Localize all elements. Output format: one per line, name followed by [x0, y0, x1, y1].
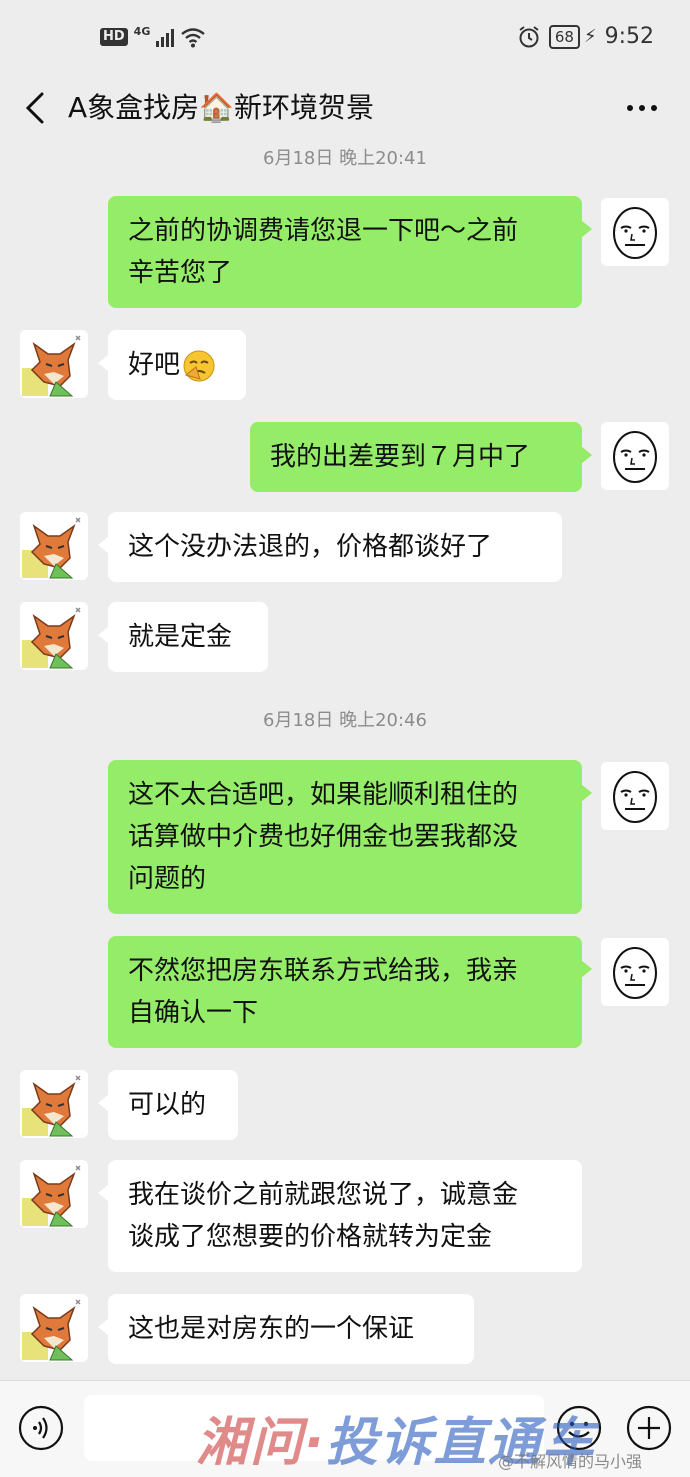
timestamp: 6月18日 晚上20:46: [263, 710, 427, 731]
message-line: 这也是对房东的一个保证: [128, 1314, 415, 1344]
message-line: 之前的协调费请您退一下吧～之前: [128, 216, 519, 246]
message-line: 自确认一下: [128, 998, 259, 1028]
message-bubble[interactable]: 就是定金: [98, 602, 268, 672]
message-bubble[interactable]: 我在谈价之前就跟您说了，诚意金 谈成了您想要的价格就转为定金: [98, 1160, 582, 1272]
message-bubble[interactable]: 之前的协调费请您退一下吧～之前 辛苦您了: [108, 196, 592, 308]
status-bar: HD 4G 68 ⚡ 9:52: [0, 0, 690, 80]
fox-avatar[interactable]: [20, 512, 88, 580]
network-type: 4G: [133, 24, 151, 38]
battery-icon: 68: [548, 24, 580, 49]
message-line: 就是定金: [128, 622, 233, 652]
message-line: 这不太合适吧，如果能顺利租住的: [128, 780, 519, 810]
message-bubble[interactable]: 我的出差要到７月中了: [250, 422, 592, 492]
message-line: 这个没办法退的，价格都谈好了: [128, 532, 493, 562]
message-bubble[interactable]: 这个没办法退的，价格都谈好了: [98, 512, 562, 582]
message-bubble[interactable]: 不然您把房东联系方式给我，我亲 自确认一下: [108, 936, 592, 1048]
weibo-watermark: @不解风情的马小强: [498, 1452, 643, 1471]
fox-avatar[interactable]: [20, 330, 88, 398]
message-line: 问题的: [128, 864, 207, 894]
message-bubble[interactable]: 这不太合适吧，如果能顺利租住的 话算做中介费也好佣金也罢我都没 问题的: [108, 760, 592, 914]
watermark-part1: 湘问·: [196, 1413, 326, 1473]
chevron-left-icon[interactable]: [20, 90, 50, 126]
fox-avatar[interactable]: [20, 602, 88, 670]
plus-icon[interactable]: [626, 1405, 672, 1451]
chat-title: A象盒找房🏠新环境贺景: [68, 91, 375, 124]
facepalm-emoji: [183, 350, 215, 381]
chat-header: A象盒找房🏠新环境贺景: [0, 80, 690, 142]
meme-face-avatar[interactable]: [601, 422, 669, 490]
status-right: 68 ⚡ 9:52: [517, 24, 654, 49]
meme-face-avatar[interactable]: [601, 938, 669, 1006]
wifi-icon: [181, 28, 206, 48]
message-line: 我的出差要到７月中了: [270, 442, 531, 472]
signal-icon: [156, 27, 175, 47]
message-line: 我在谈价之前就跟您说了，诚意金: [128, 1180, 519, 1210]
alarm-icon: [519, 25, 539, 47]
charging-icon: ⚡: [583, 26, 597, 47]
clock: 9:52: [604, 24, 654, 49]
meme-face-avatar[interactable]: [601, 762, 669, 830]
message-line: 谈成了您想要的价格就转为定金: [128, 1222, 493, 1252]
meme-face-avatar[interactable]: [601, 198, 669, 266]
more-dots-icon[interactable]: [624, 96, 660, 120]
message-line: 好吧: [128, 350, 181, 380]
fox-avatar[interactable]: [20, 1294, 88, 1362]
message-line: 辛苦您了: [128, 258, 233, 288]
status-left: HD 4G: [100, 24, 206, 48]
fox-avatar[interactable]: [20, 1070, 88, 1138]
hd-badge: HD: [100, 28, 128, 46]
message-bubble[interactable]: 这也是对房东的一个保证: [98, 1294, 474, 1364]
message-line: 不然您把房东联系方式给我，我亲: [128, 956, 519, 986]
message-line: 可以的: [128, 1090, 207, 1120]
message-line: 话算做中介费也好佣金也罢我都没: [128, 822, 519, 852]
message-bubble[interactable]: 好吧: [98, 330, 246, 400]
voice-icon[interactable]: [18, 1405, 64, 1451]
message-bubble[interactable]: 可以的: [98, 1070, 238, 1140]
fox-avatar[interactable]: [20, 1160, 88, 1228]
timestamp: 6月18日 晚上20:41: [263, 148, 427, 169]
